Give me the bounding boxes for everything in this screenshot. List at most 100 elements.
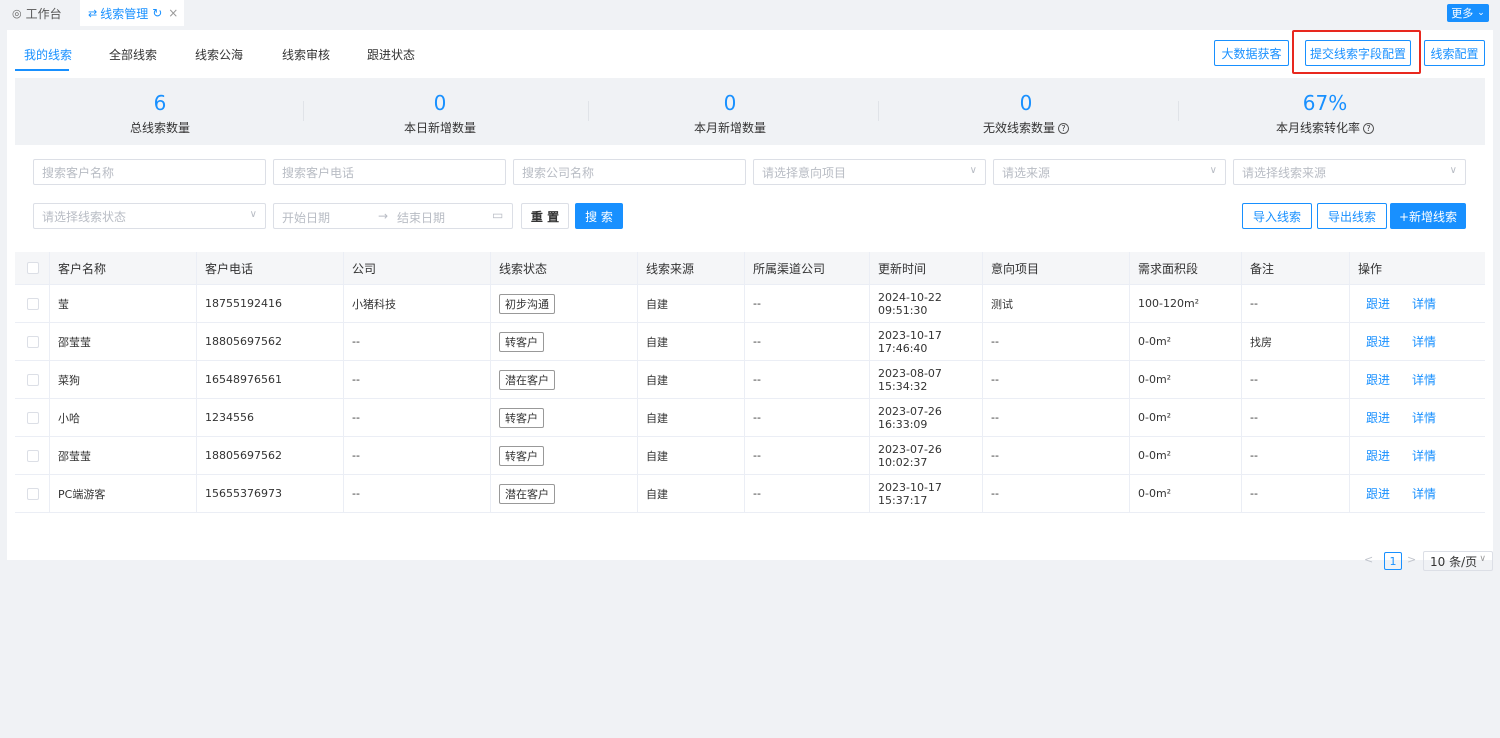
company-name-input[interactable]: 搜索公司名称: [513, 159, 746, 185]
divider: [878, 101, 879, 121]
cell-update-time: 2024-10-22 09:51:30: [870, 285, 983, 322]
detail-link[interactable]: 详情: [1412, 295, 1436, 312]
add-lead-button[interactable]: +新增线索: [1390, 203, 1466, 229]
detail-link[interactable]: 详情: [1412, 447, 1436, 464]
cell-update-time: 2023-08-07 15:34:32: [870, 361, 983, 398]
stat-label-row: 无效线索数量?: [911, 119, 1141, 136]
range-separator: →: [378, 209, 389, 223]
date-range-picker[interactable]: 开始日期 → 结束日期 ▭: [273, 203, 513, 229]
detail-link[interactable]: 详情: [1412, 485, 1436, 502]
tab-follow-status[interactable]: 跟进状态: [367, 46, 415, 63]
status-badge: 潜在客户: [499, 483, 555, 504]
lead-source-select[interactable]: 请选择线索来源 ∨: [1233, 159, 1466, 185]
top-tab-bar: ◎ 工作台 ⇄ 线索管理 ↻ × 更多 ⌄: [0, 0, 1500, 26]
chevron-down-icon: ∨: [1479, 554, 1486, 564]
follow-up-link[interactable]: 跟进: [1366, 485, 1390, 502]
header-lead-source: 线索来源: [638, 252, 745, 284]
cell-actions: 跟进 详情: [1350, 437, 1485, 474]
more-button[interactable]: 更多 ⌄: [1447, 4, 1489, 22]
export-leads-button[interactable]: 导出线索: [1317, 203, 1387, 229]
table-row: 菜狗 16548976561 -- 潜在客户 自建 -- 2023-08-07 15:34:…: [15, 361, 1485, 399]
cell-company: --: [344, 361, 491, 398]
cell-lead-status: 潜在客户: [491, 475, 638, 512]
cell-intent-project: --: [983, 323, 1130, 360]
cell-lead-status: 初步沟通: [491, 285, 638, 322]
cell-lead-status: 潜在客户: [491, 361, 638, 398]
tab-my-leads[interactable]: 我的线索: [24, 46, 72, 63]
detail-link[interactable]: 详情: [1412, 409, 1436, 426]
divider: [303, 101, 304, 121]
reset-button[interactable]: 重 置: [521, 203, 569, 229]
tab-workbench[interactable]: ◎ 工作台: [0, 0, 76, 26]
help-icon[interactable]: ?: [1058, 123, 1069, 134]
cell-actions: 跟进 详情: [1350, 475, 1485, 512]
tab-lead-review[interactable]: 线索审核: [282, 46, 330, 63]
lead-status-select[interactable]: 请选择线索状态 ∨: [33, 203, 266, 229]
cell-customer-phone: 18755192416: [197, 285, 344, 322]
search-button[interactable]: 搜 索: [575, 203, 623, 229]
page-size-select[interactable]: 10 条/页 ∨: [1423, 551, 1493, 571]
start-date-input[interactable]: 开始日期: [282, 209, 330, 226]
close-icon[interactable]: ×: [168, 6, 178, 20]
tab-lead-management[interactable]: ⇄ 线索管理 ↻ ×: [80, 0, 184, 26]
detail-link[interactable]: 详情: [1412, 333, 1436, 350]
big-data-button[interactable]: 大数据获客: [1214, 40, 1289, 66]
next-page-icon[interactable]: >: [1407, 553, 1416, 566]
tab-all-leads[interactable]: 全部线索: [109, 46, 157, 63]
page-number[interactable]: 1: [1384, 552, 1402, 570]
source-select[interactable]: 请选来源 ∨: [993, 159, 1226, 185]
end-date-input[interactable]: 结束日期: [397, 209, 445, 226]
cell-lead-source: 自建: [638, 475, 745, 512]
follow-up-link[interactable]: 跟进: [1366, 409, 1390, 426]
cell-area-range: 0-0m²: [1130, 475, 1242, 512]
page-size-label: 10 条/页: [1430, 554, 1478, 569]
follow-up-link[interactable]: 跟进: [1366, 333, 1390, 350]
import-leads-button[interactable]: 导入线索: [1242, 203, 1312, 229]
cell-channel-company: --: [745, 399, 870, 436]
stat-value: 0: [1019, 91, 1033, 115]
select-cell: [15, 361, 50, 398]
table-row: 邵莹莹 18805697562 -- 转客户 自建 -- 2023-10-17 17:46:…: [15, 323, 1485, 361]
tab-workbench-label: 工作台: [25, 6, 62, 21]
customer-name-input[interactable]: 搜索客户名称: [33, 159, 266, 185]
cell-company: --: [344, 437, 491, 474]
row-checkbox[interactable]: [27, 335, 39, 348]
detail-link[interactable]: 详情: [1412, 371, 1436, 388]
more-button-label: 更多: [1451, 7, 1474, 20]
chevron-down-icon: ∨: [1449, 165, 1457, 176]
cell-intent-project: --: [983, 475, 1130, 512]
cell-actions: 跟进 详情: [1350, 285, 1485, 322]
submit-field-config-button[interactable]: 提交线索字段配置: [1305, 40, 1411, 66]
cell-lead-status: 转客户: [491, 437, 638, 474]
follow-up-link[interactable]: 跟进: [1366, 371, 1390, 388]
row-checkbox[interactable]: [27, 487, 39, 500]
follow-up-link[interactable]: 跟进: [1366, 295, 1390, 312]
lead-config-button[interactable]: 线索配置: [1424, 40, 1485, 66]
select-all-cell: [15, 252, 50, 284]
divider: [1178, 101, 1179, 121]
row-checkbox[interactable]: [27, 411, 39, 424]
cell-remark: --: [1242, 475, 1350, 512]
select-all-checkbox[interactable]: [27, 262, 39, 274]
follow-up-link[interactable]: 跟进: [1366, 447, 1390, 464]
intent-project-select[interactable]: 请选择意向项目 ∨: [753, 159, 986, 185]
refresh-icon[interactable]: ↻: [152, 6, 162, 20]
cell-remark: 找房: [1242, 323, 1350, 360]
tab-lead-pool[interactable]: 线索公海: [195, 46, 243, 63]
header-company: 公司: [344, 252, 491, 284]
cell-customer-name: 邵莹莹: [50, 437, 197, 474]
row-checkbox[interactable]: [27, 449, 39, 462]
header-remark: 备注: [1242, 252, 1350, 284]
chevron-down-icon: ∨: [249, 209, 257, 220]
prev-page-icon[interactable]: <: [1364, 553, 1373, 566]
customer-phone-input[interactable]: 搜索客户电话: [273, 159, 506, 185]
cell-lead-source: 自建: [638, 323, 745, 360]
row-checkbox[interactable]: [27, 373, 39, 386]
table-row: 莹 18755192416 小猪科技 初步沟通 自建 -- 2024-10-22 09:51…: [15, 285, 1485, 323]
header-area-range: 需求面积段: [1130, 252, 1242, 284]
cell-customer-phone: 16548976561: [197, 361, 344, 398]
row-checkbox[interactable]: [27, 297, 39, 310]
stat-today-new: 0 本日新增数量: [325, 78, 555, 145]
calendar-icon: ▭: [492, 208, 504, 222]
help-icon[interactable]: ?: [1363, 123, 1374, 134]
